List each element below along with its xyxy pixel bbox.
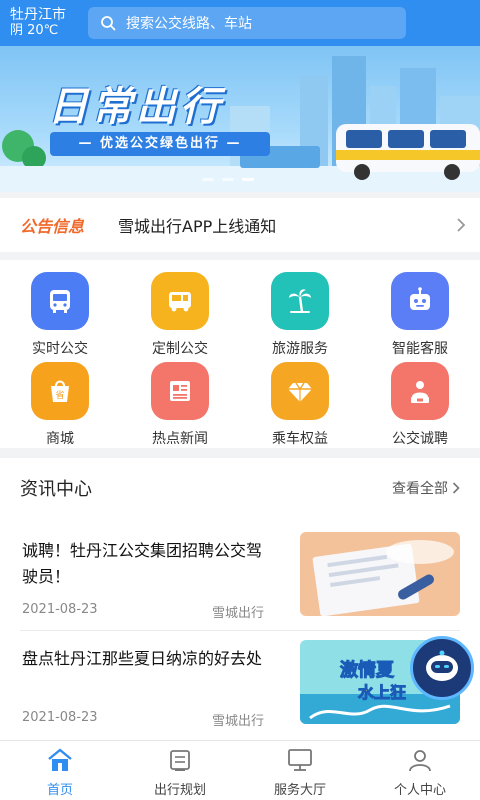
custom-bus-icon — [151, 272, 209, 330]
service-realtime-bus[interactable]: 实时公交 — [0, 272, 120, 358]
service-label: 商城 — [46, 431, 74, 447]
svg-text:省: 省 — [55, 389, 64, 401]
city-name: 牡丹江市 — [10, 7, 66, 23]
tab-home[interactable]: 首页 — [0, 741, 120, 800]
thumb-text: 水上狂 — [358, 683, 406, 702]
diamond-icon — [271, 362, 329, 420]
view-all-link[interactable]: 查看全部 — [392, 478, 448, 498]
service-label: 实时公交 — [32, 341, 88, 357]
carousel-dot[interactable] — [222, 178, 234, 181]
news-center: 资讯中心 查看全部 诚聘！牡丹江公交集团招聘公交驾驶员！ 2021-08-23 … — [0, 458, 480, 740]
home-icon — [48, 748, 72, 771]
tab-service-hall[interactable]: 服务大厅 — [240, 741, 360, 800]
service-custom-bus[interactable]: 定制公交 — [120, 272, 240, 358]
carousel-indicator — [202, 178, 254, 181]
top-header: 牡丹江市 阴 20℃ 搜索公交线路、车站 — [0, 0, 480, 46]
news-item-source: 雪城出行 — [212, 606, 265, 621]
news-item-date: 2021-08-23 — [22, 602, 98, 617]
newspaper-icon — [151, 362, 209, 420]
carousel-dot-active[interactable] — [242, 178, 254, 181]
notice-bar[interactable]: 公告信息 雪城出行APP上线通知 — [0, 198, 480, 252]
banner-subtitle: — 优选公交绿色出行 — — [50, 132, 270, 156]
bus-icon — [31, 272, 89, 330]
banner-title: 日常出行 — [48, 84, 224, 130]
robot-icon — [391, 272, 449, 330]
service-hot-news[interactable]: 热点新闻 — [120, 362, 240, 448]
recruit-icon — [391, 362, 449, 420]
carousel-dot[interactable] — [202, 178, 214, 181]
news-item[interactable]: 诚聘！牡丹江公交集团招聘公交驾驶员！ 2021-08-23 雪城出行 — [20, 532, 460, 628]
service-label: 智能客服 — [392, 341, 448, 357]
notice-text: 雪城出行APP上线通知 — [118, 217, 277, 236]
news-item-text: 诚聘！牡丹江公交集团招聘公交驾驶员！ — [22, 541, 263, 586]
tab-profile[interactable]: 个人中心 — [360, 741, 480, 800]
service-label: 热点新闻 — [152, 431, 208, 447]
assistant-robot-button[interactable] — [410, 636, 474, 700]
monitor-icon — [288, 749, 312, 771]
tab-label: 出行规划 — [153, 783, 206, 798]
service-smart-support[interactable]: 智能客服 — [360, 272, 480, 358]
tab-label: 个人中心 — [393, 783, 446, 798]
location-weather[interactable]: 牡丹江市 阴 20℃ — [10, 7, 80, 39]
search-icon — [101, 16, 116, 31]
service-grid: 实时公交 定制公交 旅游服务 智能客服 省 商城 热点新闻 乘车权益 公交诚聘 — [0, 260, 480, 448]
service-label: 乘车权益 — [272, 431, 328, 447]
palm-tree-icon — [271, 272, 329, 330]
divider — [20, 630, 460, 631]
search-bar[interactable]: 搜索公交线路、车站 — [88, 7, 406, 39]
tab-label: 服务大厅 — [273, 783, 326, 798]
news-item-date: 2021-08-23 — [22, 710, 98, 725]
news-header: 资讯中心 查看全部 — [0, 458, 480, 518]
service-ride-benefits[interactable]: 乘车权益 — [240, 362, 360, 448]
chevron-right-icon — [457, 218, 466, 232]
shopping-bag-icon: 省 — [31, 362, 89, 420]
service-recruitment[interactable]: 公交诚聘 — [360, 362, 480, 448]
news-item-source: 雪城出行 — [212, 714, 265, 729]
thumb-text: 激情夏 — [340, 659, 395, 681]
notice-tag: 公告信息 — [20, 217, 85, 236]
news-thumbnail — [300, 532, 460, 616]
search-placeholder: 搜索公交线路、车站 — [126, 16, 252, 32]
banner-carousel[interactable]: 日常出行 — 优选公交绿色出行 — — [0, 46, 480, 192]
route-plan-icon — [170, 750, 190, 771]
robot-icon — [426, 650, 458, 681]
service-label: 定制公交 — [152, 341, 208, 357]
news-item-text: 盘点牡丹江那些夏日纳凉的好去处 — [22, 649, 263, 668]
service-label: 旅游服务 — [272, 341, 328, 357]
user-icon — [409, 750, 431, 772]
bottom-tab-bar: 首页 出行规划 服务大厅 个人中心 — [0, 740, 480, 800]
service-travel[interactable]: 旅游服务 — [240, 272, 360, 358]
tab-label: 首页 — [46, 783, 73, 798]
news-item[interactable]: 盘点牡丹江那些夏日纳凉的好去处 2021-08-23 雪城出行 激情夏 水上狂 — [20, 640, 460, 736]
news-title: 资讯中心 — [20, 479, 92, 500]
weather-text: 阴 20℃ — [10, 23, 59, 38]
chevron-right-icon — [452, 482, 460, 494]
tab-route-plan[interactable]: 出行规划 — [120, 741, 240, 800]
service-label: 公交诚聘 — [392, 431, 448, 447]
service-mall[interactable]: 省 商城 — [0, 362, 120, 448]
